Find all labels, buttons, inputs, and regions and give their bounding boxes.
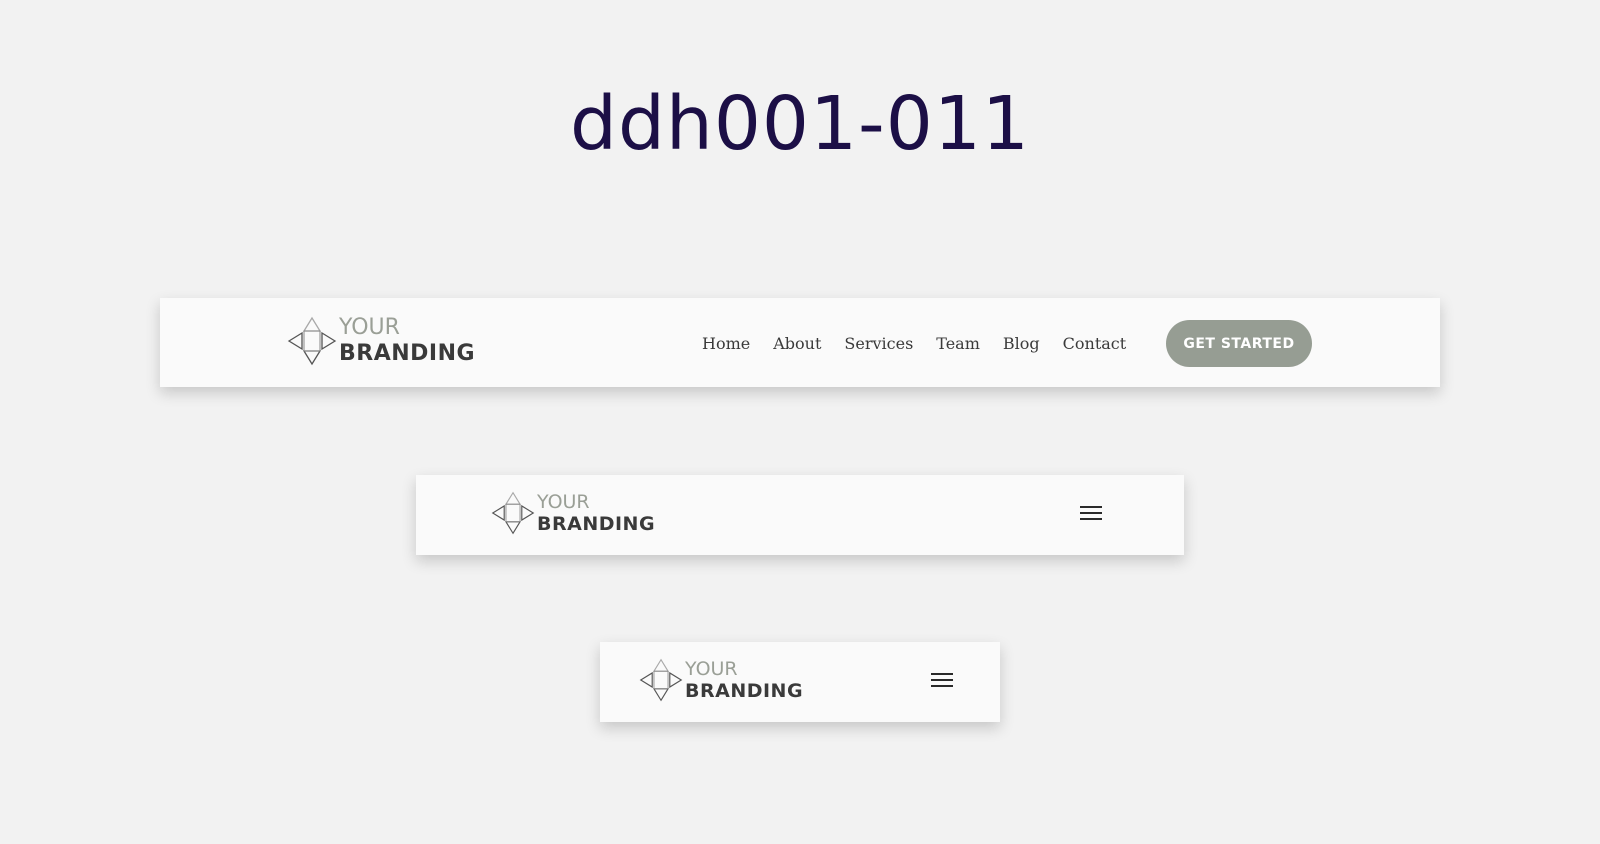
diamond-arrows-logo-icon <box>639 658 683 702</box>
get-started-button[interactable]: GET STARTED <box>1166 320 1312 367</box>
logo-line-your: YOUR <box>339 315 400 340</box>
hamburger-menu-icon[interactable] <box>1079 503 1105 523</box>
brand-logo-tablet[interactable]: YOUR BRANDING <box>491 491 655 535</box>
header-mobile: YOUR BRANDING <box>600 642 1000 722</box>
logo-line-your: YOUR <box>537 491 590 513</box>
nav-item-about[interactable]: About <box>773 332 821 353</box>
logo-line-branding: BRANDING <box>537 513 656 535</box>
nav-item-services[interactable]: Services <box>844 332 913 353</box>
nav-item-team[interactable]: Team <box>936 332 980 353</box>
page-title: ddh001-011 <box>569 81 1031 167</box>
nav-item-contact[interactable]: Contact <box>1063 332 1127 353</box>
logo-line-branding: BRANDING <box>685 680 804 702</box>
hamburger-menu-icon[interactable] <box>930 670 956 690</box>
brand-logo[interactable]: YOUR BRANDING <box>287 315 475 367</box>
diamond-arrows-logo-icon <box>287 316 337 366</box>
header-tablet: YOUR BRANDING <box>416 475 1184 555</box>
nav-item-blog[interactable]: Blog <box>1003 332 1040 353</box>
brand-logo-mobile[interactable]: YOUR BRANDING <box>639 658 803 702</box>
diamond-arrows-logo-icon <box>491 491 535 535</box>
logo-line-branding: BRANDING <box>339 341 476 366</box>
main-navigation: Home About Services Team Blog Contact <box>702 298 1126 387</box>
header-desktop: YOUR BRANDING Home About Services Team B… <box>160 298 1440 387</box>
logo-line-your: YOUR <box>685 658 738 680</box>
nav-item-home[interactable]: Home <box>702 332 750 353</box>
